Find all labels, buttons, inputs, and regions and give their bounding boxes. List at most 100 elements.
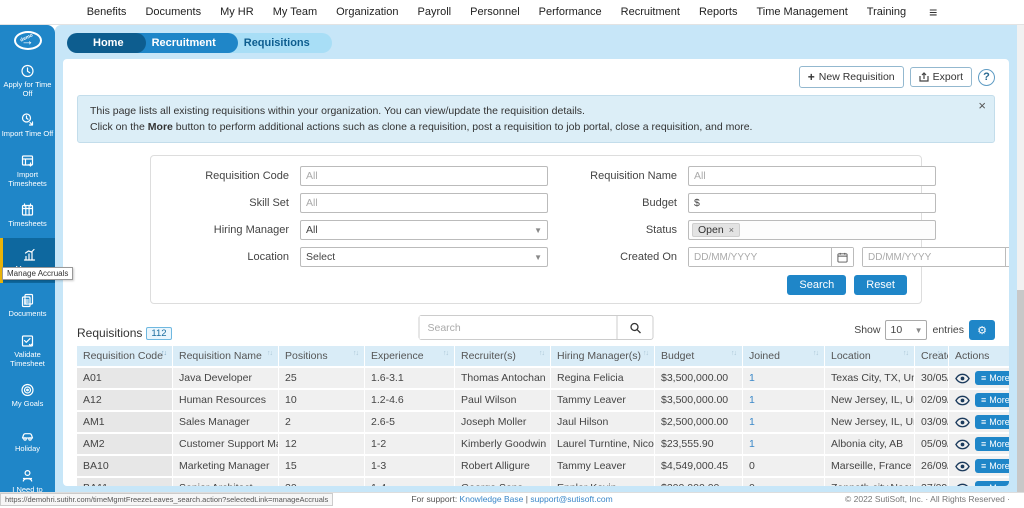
sort-icon: ↑↓ [443, 350, 448, 357]
created-on-label: Created On [553, 251, 683, 263]
nav-item-performance[interactable]: Performance [539, 6, 602, 18]
requisitions-card: + New Requisition Export ? This page lis… [63, 59, 1009, 486]
cell-joined: 1 [743, 390, 825, 410]
column-header-hiring-manager-s-[interactable]: ↑↓Hiring Manager(s) [551, 346, 655, 366]
cell-experience: 1.6-3.1 [365, 368, 455, 388]
more-button[interactable]: ≡More [975, 481, 1009, 486]
knowledge-base-link[interactable]: Knowledge Base [460, 494, 524, 504]
nav-item-recruitment[interactable]: Recruitment [621, 6, 680, 18]
eye-icon[interactable] [955, 373, 970, 384]
sidebar-item-my-goals[interactable]: My Goals [0, 373, 55, 418]
export-button[interactable]: Export [910, 67, 972, 87]
eye-icon[interactable] [955, 461, 970, 472]
sidebar-item-label: Import Timesheets [1, 171, 54, 188]
requisitions-table: ↑↓Requisition Code↑↓Requisition Name↑↓Po… [77, 344, 1009, 486]
nav-item-payroll[interactable]: Payroll [417, 6, 451, 18]
budget-input[interactable] [688, 193, 936, 213]
nav-item-organization[interactable]: Organization [336, 6, 398, 18]
calendar-icon[interactable] [1005, 248, 1009, 266]
nav-item-reports[interactable]: Reports [699, 6, 738, 18]
cell-code: BA11 [77, 478, 173, 486]
cell-code: A01 [77, 368, 173, 388]
column-header-location[interactable]: ↑↓Location [825, 346, 915, 366]
cell-joined: 1 [743, 434, 825, 454]
column-header-requisition-code[interactable]: ↑↓Requisition Code [77, 346, 173, 366]
eye-icon[interactable] [955, 395, 970, 406]
cell-positions: 15 [279, 456, 365, 476]
more-button[interactable]: ≡More [975, 393, 1009, 407]
tab-home[interactable]: Home [67, 33, 146, 53]
sidebar-item-validate-timesheet[interactable]: Validate Timesheet [0, 328, 55, 373]
support-email-link[interactable]: support@sutisoft.com [530, 494, 612, 504]
nav-item-my-hr[interactable]: My HR [220, 6, 254, 18]
remove-tag-icon[interactable]: × [729, 225, 734, 235]
cell-experience: 1-3 [365, 456, 455, 476]
cell-experience: 1-2 [365, 434, 455, 454]
joined-count-link[interactable]: 1 [749, 372, 755, 384]
new-requisition-button[interactable]: + New Requisition [799, 66, 904, 88]
column-header-requisition-name[interactable]: ↑↓Requisition Name [173, 346, 279, 366]
status-url: https://demohri.sutihr.com/timeMgmtFreez… [0, 493, 333, 506]
nav-item-documents[interactable]: Documents [145, 6, 201, 18]
close-icon[interactable]: × [978, 98, 986, 113]
cell-budget: $2,500,000.00 [655, 412, 743, 432]
search-button[interactable]: Search [787, 275, 846, 295]
joined-count-link[interactable]: 1 [749, 438, 755, 450]
sidebar-item-apply-for-time-off[interactable]: Apply for Time Off [0, 58, 55, 103]
more-button[interactable]: ≡More [975, 415, 1009, 429]
sidebar-item-holiday[interactable]: Holiday [0, 418, 55, 463]
nav-item-benefits[interactable]: Benefits [87, 6, 127, 18]
sort-icon: ↑↓ [267, 350, 272, 357]
table-search-input[interactable] [420, 316, 617, 339]
column-header-created[interactable]: ↑↓Created [915, 346, 949, 366]
nav-item-training[interactable]: Training [867, 6, 906, 18]
sidebar-item-import-timesheets[interactable]: Import Timesheets [0, 148, 55, 193]
info-banner: This page lists all existing requisition… [77, 95, 995, 143]
sidebar-item-import-time-off[interactable]: Import Time Off [0, 103, 55, 148]
nav-item-time-management[interactable]: Time Management [756, 6, 847, 18]
created-on-from-input[interactable] [689, 248, 831, 266]
cell-location: Texas City, TX, Unit... [825, 368, 915, 388]
nav-item-personnel[interactable]: Personnel [470, 6, 520, 18]
app-logo[interactable]: demo → [14, 31, 42, 50]
created-on-to-input[interactable] [863, 248, 1005, 266]
search-icon[interactable] [617, 316, 653, 339]
sort-icon: ↑↓ [643, 350, 648, 357]
column-header-budget[interactable]: ↑↓Budget [655, 346, 743, 366]
vertical-scrollbar[interactable] [1017, 25, 1024, 506]
joined-count-link[interactable]: 1 [749, 416, 755, 428]
more-button[interactable]: ≡More [975, 459, 1009, 473]
column-header-joined[interactable]: ↑↓Joined [743, 346, 825, 366]
reset-button[interactable]: Reset [854, 275, 907, 295]
help-icon[interactable]: ? [978, 69, 995, 86]
requisition-code-input[interactable] [300, 166, 548, 186]
hiring-manager-select[interactable]: All ▼ [300, 220, 548, 240]
joined-count: 0 [749, 460, 755, 472]
nav-item-my-team[interactable]: My Team [273, 6, 317, 18]
column-header-actions[interactable]: ↑↓Actions [949, 346, 1009, 366]
column-header-experience[interactable]: ↑↓Experience [365, 346, 455, 366]
sort-icon: ↑↓ [731, 350, 736, 357]
calendar-icon[interactable] [831, 248, 853, 266]
eye-icon[interactable] [955, 483, 970, 487]
page-size-select[interactable]: 10 ▼ [885, 320, 927, 340]
more-button[interactable]: ≡More [975, 371, 1009, 385]
column-header-positions[interactable]: ↑↓Positions [279, 346, 365, 366]
column-header-recruiter-s-[interactable]: ↑↓Recruiter(s) [455, 346, 551, 366]
sidebar-item-timesheets[interactable]: Timesheets [0, 193, 55, 238]
more-button[interactable]: ≡More [975, 437, 1009, 451]
eye-icon[interactable] [955, 439, 970, 450]
chevron-down-icon: ▼ [534, 253, 542, 262]
gear-icon[interactable]: ⚙ [969, 320, 995, 340]
cell-joined: 0 [743, 478, 825, 486]
skill-set-input[interactable] [300, 193, 548, 213]
banner-line2: Click on the More button to perform addi… [90, 119, 968, 135]
sidebar-item-documents[interactable]: Documents [0, 283, 55, 328]
eye-icon[interactable] [955, 417, 970, 428]
requisition-name-input[interactable] [688, 166, 936, 186]
joined-count-link[interactable]: 1 [749, 394, 755, 406]
hamburger-icon[interactable]: ≡ [929, 4, 937, 20]
scrollbar-thumb[interactable] [1017, 290, 1024, 492]
location-select[interactable]: Select ▼ [300, 247, 548, 267]
status-field[interactable]: Open × [688, 220, 936, 240]
